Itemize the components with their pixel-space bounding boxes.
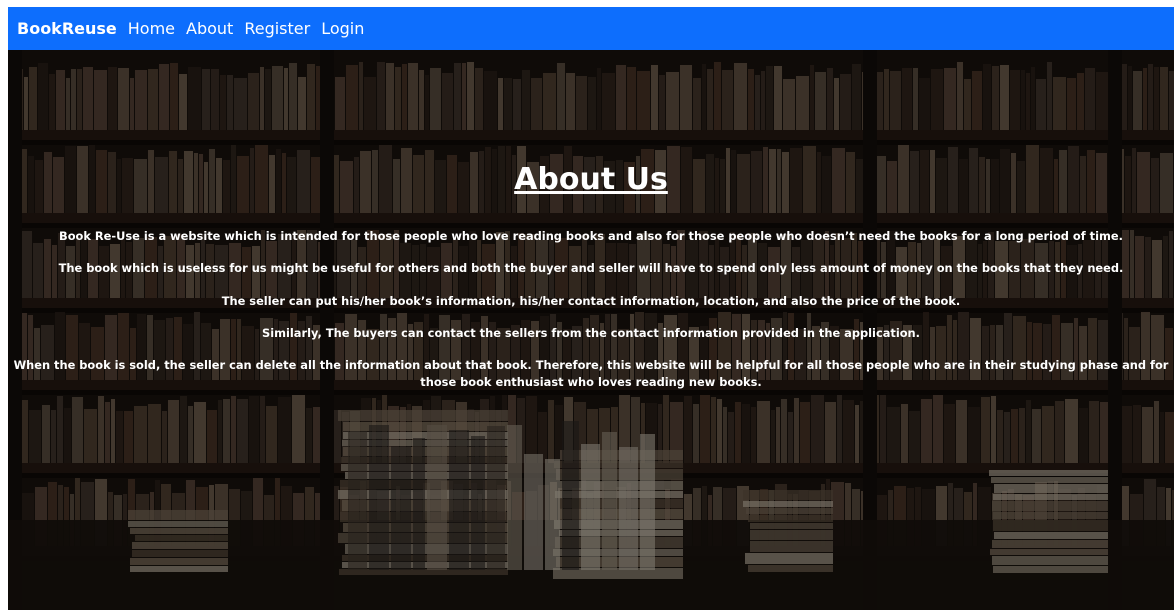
about-paragraph-3: The seller can put his/her book’s inform… [221,294,961,308]
brand-link[interactable]: BookReuse [8,19,117,38]
page-frame: BookReuse Home About Register Login Abou… [8,7,1174,610]
page-title: About Us [514,162,668,198]
navbar: BookReuse Home About Register Login [8,7,1174,50]
nav-link-login[interactable]: Login [321,19,364,38]
hero-section: About Us Book Re-Use is a website which … [8,50,1174,610]
nav-link-home[interactable]: Home [128,19,175,38]
nav-link-about[interactable]: About [186,19,233,38]
about-paragraph-4: Similarly, The buyers can contact the se… [262,326,920,340]
about-paragraph-1: Book Re-Use is a website which is intend… [59,229,1123,243]
nav-link-register[interactable]: Register [244,19,310,38]
about-paragraph-5: When the book is sold, the seller can de… [13,358,1169,389]
about-paragraph-2: The book which is useless for us might b… [58,261,1124,275]
